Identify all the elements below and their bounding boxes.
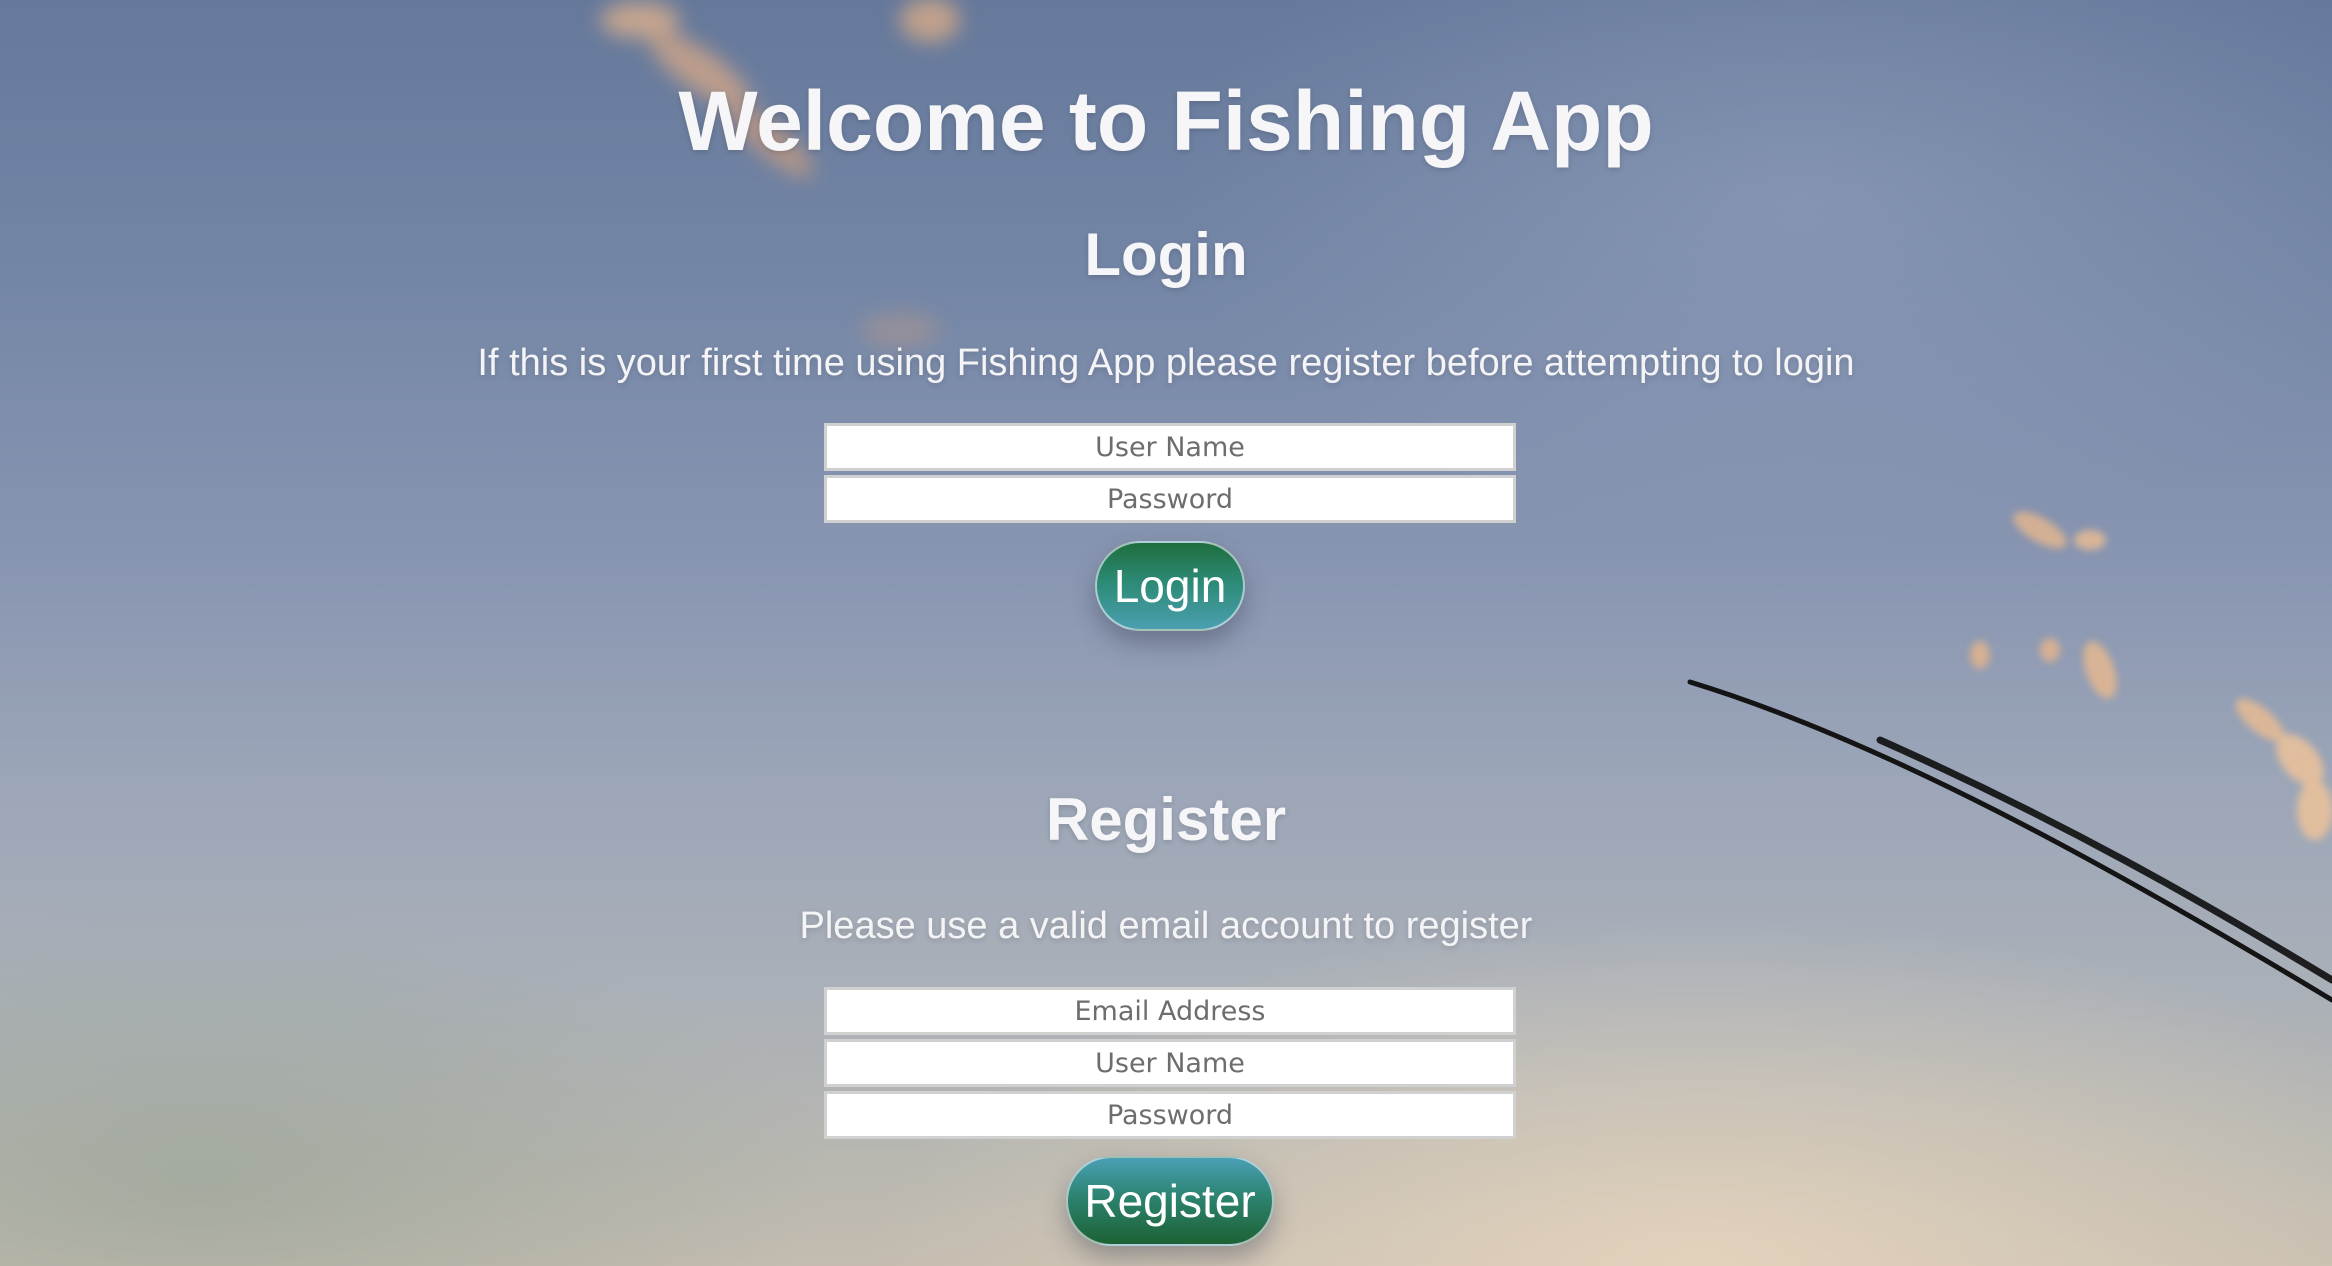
login-heading: Login — [1084, 221, 1248, 288]
register-heading: Register — [1045, 786, 1287, 853]
register-email-input[interactable] — [824, 987, 1516, 1035]
register-description: Please use a valid email account to regi… — [799, 905, 1533, 947]
login-username-input[interactable] — [824, 423, 1516, 471]
page-content: Welcome to Fishing App Login If this is … — [0, 0, 2332, 1266]
register-password-input[interactable] — [824, 1091, 1516, 1139]
register-button[interactable]: Register — [1066, 1156, 1274, 1246]
register-username-input[interactable] — [824, 1039, 1516, 1087]
login-button[interactable]: Login — [1095, 541, 1245, 631]
login-description: If this is your first time using Fishing… — [477, 342, 1855, 384]
login-password-input[interactable] — [824, 475, 1516, 523]
page-title: Welcome to Fishing App — [678, 74, 1654, 168]
